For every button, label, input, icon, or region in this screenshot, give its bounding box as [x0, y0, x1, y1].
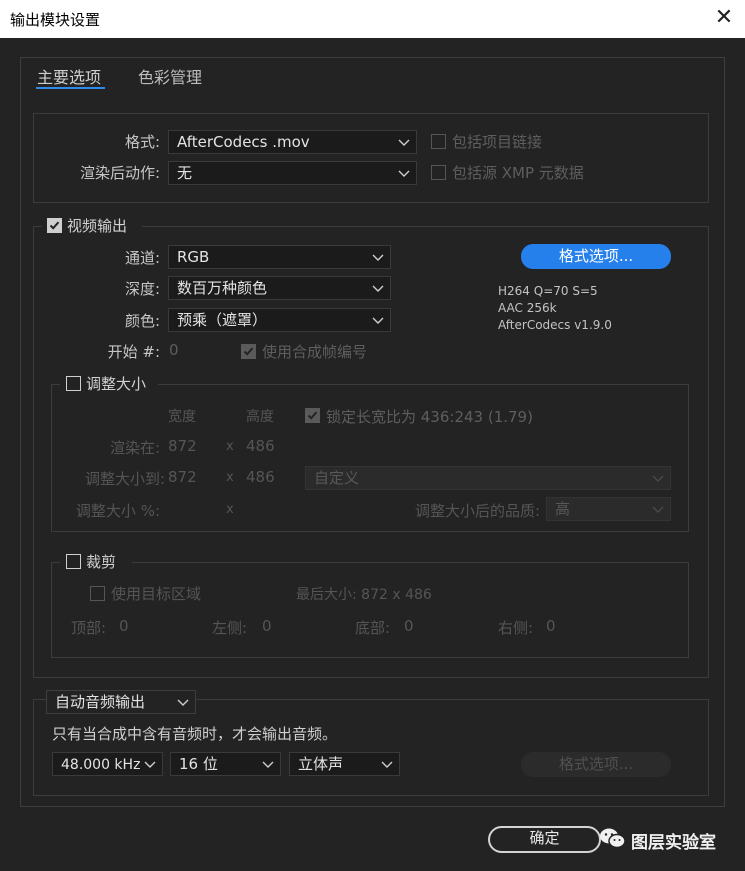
check-icon: [243, 347, 254, 356]
chevron-down-icon: [381, 753, 393, 775]
crop-top-label: 顶部:: [71, 619, 107, 637]
render-at-times: x: [226, 439, 234, 454]
channels-select[interactable]: RGB: [168, 245, 391, 269]
resize-to-label: 调整大小到:: [84, 470, 165, 488]
resize-to-width[interactable]: 872: [168, 468, 197, 486]
color-label: 颜色:: [124, 312, 160, 330]
format-select-value: AfterCodecs .mov: [177, 133, 310, 151]
resize-preset-value: 自定义: [314, 469, 360, 487]
resize-percent-label: 调整大小 %:: [75, 502, 160, 520]
use-comp-frame-label: 使用合成帧编号: [262, 343, 368, 361]
format-group: [33, 113, 709, 203]
resize-quality-select[interactable]: 高: [546, 497, 671, 521]
use-roi-label: 使用目标区域: [111, 585, 202, 603]
audio-channels-select[interactable]: 立体声: [289, 752, 400, 776]
format-label: 格式:: [124, 133, 160, 151]
include-project-link-label: 包括项目链接: [452, 133, 543, 151]
active-tab-indicator: [36, 87, 105, 89]
include-project-link-checkbox[interactable]: [431, 134, 446, 149]
render-at-height: 486: [246, 437, 275, 455]
ok-button[interactable]: 确定: [488, 826, 601, 853]
crop-left-value[interactable]: 0: [262, 617, 272, 635]
color-select-value: 预乘（遮罩）: [177, 311, 268, 329]
chevron-down-icon: [398, 162, 410, 184]
chevron-down-icon: [262, 753, 274, 775]
chevron-down-icon: [144, 753, 156, 775]
resize-checkbox[interactable]: [66, 376, 81, 391]
audio-channels-value: 立体声: [298, 755, 344, 773]
audio-note: 只有当合成中含有音频时，才会输出音频。: [52, 725, 338, 743]
resize-quality-value: 高: [555, 500, 571, 518]
watermark-text: 图层实验室: [631, 833, 716, 853]
depth-select-value: 数百万种颜色: [177, 279, 268, 297]
chevron-down-icon: [372, 246, 384, 268]
close-icon[interactable]: ✕: [711, 5, 737, 31]
wechat-icon: [598, 826, 628, 852]
start-frame-label: 开始 #:: [107, 343, 160, 361]
chevron-down-icon: [372, 309, 384, 331]
lock-aspect-checkbox[interactable]: [305, 408, 320, 423]
codec-info-line-2: AAC 256k: [498, 301, 557, 315]
crop-bottom-value[interactable]: 0: [404, 617, 414, 635]
post-render-label: 渲染后动作:: [79, 164, 160, 182]
resize-label: 调整大小: [86, 375, 147, 393]
crop-bottom-label: 底部:: [355, 619, 391, 637]
audio-format-options-button[interactable]: 格式选项...: [521, 752, 671, 777]
window-title: 输出模块设置: [10, 11, 101, 29]
resize-quality-label: 调整大小后的品质:: [414, 502, 540, 520]
crop-left-label: 左侧:: [212, 619, 248, 637]
crop-right-value[interactable]: 0: [546, 617, 556, 635]
title-bar: 输出模块设置 ✕: [0, 0, 745, 38]
crop-right-label: 右侧:: [498, 619, 534, 637]
audio-mode-value: 自动音频输出: [55, 693, 146, 711]
audio-bit-depth-value: 16 位: [179, 755, 218, 773]
channels-select-value: RGB: [177, 248, 210, 266]
depth-label: 深度:: [124, 280, 160, 298]
depth-select[interactable]: 数百万种颜色: [168, 276, 391, 300]
video-format-options-button[interactable]: 格式选项...: [521, 244, 671, 269]
width-column-header: 宽度: [168, 409, 196, 425]
height-column-header: 高度: [246, 409, 274, 425]
crop-group: [51, 562, 689, 658]
color-select[interactable]: 预乘（遮罩）: [168, 308, 391, 332]
chevron-down-icon: [177, 691, 189, 713]
post-render-select[interactable]: 无: [168, 161, 417, 185]
check-icon: [307, 411, 318, 420]
use-comp-frame-checkbox[interactable]: [241, 344, 256, 359]
video-output-checkbox[interactable]: [47, 218, 62, 233]
format-select[interactable]: AfterCodecs .mov: [168, 130, 417, 154]
resize-preset-select[interactable]: 自定义: [305, 466, 671, 490]
include-xmp-label: 包括源 XMP 元数据: [452, 164, 584, 182]
audio-sample-rate-select[interactable]: 48.000 kHz: [52, 752, 163, 776]
audio-bit-depth-select[interactable]: 16 位: [170, 752, 281, 776]
crop-top-value[interactable]: 0: [119, 617, 129, 635]
render-at-label: 渲染在:: [109, 439, 160, 457]
check-icon: [49, 221, 60, 230]
tab-main-options[interactable]: 主要选项: [37, 64, 101, 88]
codec-info-line-1: H264 Q=70 S=5: [498, 284, 598, 298]
crop-final-size: 最后大小: 872 x 486: [296, 587, 432, 603]
channels-label: 通道:: [124, 249, 160, 267]
post-render-select-value: 无: [177, 164, 193, 182]
resize-percent-times: x: [226, 502, 234, 517]
video-output-label: 视频输出: [67, 217, 128, 235]
chevron-down-icon: [652, 467, 664, 489]
chevron-down-icon: [652, 498, 664, 520]
tab-color-management[interactable]: 色彩管理: [138, 64, 202, 88]
audio-mode-select[interactable]: 自动音频输出: [46, 690, 196, 714]
codec-info-line-3: AfterCodecs v1.9.0: [498, 318, 612, 332]
audio-sample-rate-value: 48.000 kHz: [61, 757, 141, 773]
chevron-down-icon: [398, 131, 410, 153]
use-roi-checkbox[interactable]: [90, 586, 105, 601]
render-at-width: 872: [168, 437, 197, 455]
crop-label: 裁剪: [86, 553, 117, 571]
chevron-down-icon: [372, 277, 384, 299]
crop-checkbox[interactable]: [66, 554, 81, 569]
resize-to-times: x: [226, 470, 234, 485]
lock-aspect-label: 锁定长宽比为 436:243 (1.79): [326, 408, 533, 426]
start-frame-value[interactable]: 0: [169, 341, 179, 359]
resize-to-height[interactable]: 486: [246, 468, 275, 486]
include-xmp-checkbox[interactable]: [431, 165, 446, 180]
